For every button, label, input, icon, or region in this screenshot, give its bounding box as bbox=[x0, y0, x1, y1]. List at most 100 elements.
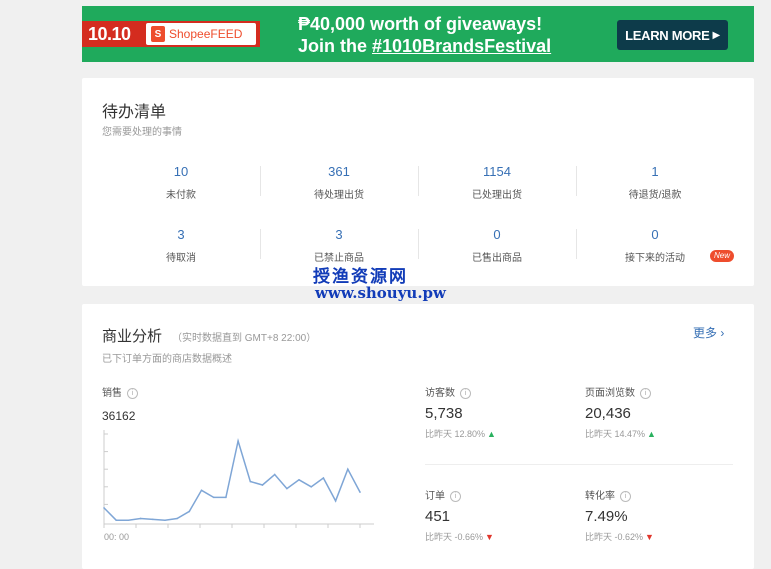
play-icon: ▶ bbox=[712, 29, 721, 41]
sales-data-point bbox=[115, 519, 117, 522]
sales-data-point bbox=[334, 500, 337, 502]
sales-data-point bbox=[188, 510, 191, 513]
info-icon[interactable]: i bbox=[450, 490, 461, 502]
todo-count: 0 bbox=[651, 227, 659, 242]
more-link[interactable]: 更多 › bbox=[693, 324, 724, 341]
todo-card: 待办清单 您需要处理的事情 10 未付款 361 待处理出货 1154 已处理出… bbox=[82, 78, 754, 286]
todo-count: 3 bbox=[335, 227, 343, 242]
todo-item-shipped[interactable]: 1154 已处理出货 bbox=[418, 164, 576, 201]
sales-data-point bbox=[212, 496, 215, 499]
sales-data-point bbox=[139, 517, 142, 520]
sales-data-point bbox=[176, 517, 178, 520]
metric-label-text: 订单 bbox=[425, 491, 445, 502]
banner-hashtag: #1010BrandsFestival bbox=[372, 36, 552, 56]
chevron-right-icon: › bbox=[720, 326, 725, 340]
sales-data-point bbox=[200, 489, 203, 492]
business-subtitle: 已下订单方面的商店数据概述 bbox=[102, 354, 232, 365]
metric-label: 转化率 i bbox=[585, 487, 735, 502]
watermark-url: www.shouyu.pw bbox=[315, 284, 446, 302]
realtime-note: （实时数据直到 GMT+8 22:00） bbox=[172, 333, 317, 344]
arrow-down-icon: ▼ bbox=[485, 532, 494, 542]
sales-data-point bbox=[237, 440, 239, 442]
time-axis-label: 00: 00 bbox=[104, 532, 130, 542]
sales-line-chart bbox=[103, 430, 374, 528]
todo-item-unpaid[interactable]: 10 未付款 bbox=[102, 164, 260, 201]
column-divider bbox=[260, 166, 261, 196]
metric-page-views[interactable]: 页面浏览数 i 20,436 比昨天 14.47% ▲ bbox=[585, 384, 735, 440]
todo-count: 1 bbox=[651, 164, 659, 179]
todo-item-to-cancel[interactable]: 3 待取消 bbox=[102, 227, 260, 264]
metric-change: 比昨天 -0.62% ▼ bbox=[585, 530, 735, 543]
todo-label: 待取消 bbox=[166, 253, 196, 264]
todo-label: 已售出商品 bbox=[472, 253, 522, 264]
column-divider bbox=[418, 229, 419, 259]
learn-more-label: LEARN MORE bbox=[625, 27, 710, 43]
metric-value: 5,738 bbox=[425, 405, 463, 422]
sales-data-point bbox=[322, 477, 325, 479]
metric-change: 比昨天 14.47% ▲ bbox=[585, 427, 735, 440]
banner-headline: ₱40,000 worth of giveaways! bbox=[298, 14, 543, 34]
sales-value: 36162 bbox=[102, 409, 136, 423]
sales-series-line bbox=[103, 438, 361, 521]
sales-data-point bbox=[298, 478, 300, 481]
metric-divider bbox=[425, 464, 733, 465]
metric-visitors[interactable]: 访客数 i 5,738 比昨天 12.80% ▲ bbox=[425, 384, 575, 440]
promo-banner[interactable]: 10.10 S ShopeeFEED ₱40,000 worth of give… bbox=[82, 6, 754, 62]
sales-data-point bbox=[249, 480, 252, 483]
sales-data-point bbox=[261, 484, 264, 486]
todo-count: 3 bbox=[177, 227, 185, 242]
arrow-up-icon: ▲ bbox=[647, 429, 656, 439]
todo-item-sold-out[interactable]: 0 已售出商品 bbox=[418, 227, 576, 264]
todo-item-return-refund[interactable]: 1 待退货/退款 bbox=[576, 164, 734, 201]
metric-label: 访客数 i bbox=[425, 384, 575, 399]
todo-count: 10 bbox=[173, 164, 189, 179]
todo-label: 待退货/退款 bbox=[628, 190, 682, 201]
metric-label-text: 转化率 bbox=[585, 491, 615, 502]
more-label: 更多 bbox=[693, 326, 718, 340]
metric-label-text: 访客数 bbox=[425, 388, 455, 399]
metric-change-text: 比昨天 12.80% bbox=[425, 429, 486, 439]
sales-data-point bbox=[347, 468, 349, 470]
new-badge: New bbox=[710, 250, 735, 262]
metric-label: 页面浏览数 i bbox=[585, 384, 735, 399]
learn-more-button[interactable]: LEARN MORE ▶ bbox=[617, 20, 728, 50]
sales-data-point bbox=[151, 518, 154, 521]
shopee-feed-text: ShopeeFEED bbox=[169, 27, 243, 41]
todo-subtitle: 您需要处理的事情 bbox=[102, 127, 182, 138]
info-icon[interactable]: i bbox=[620, 490, 631, 502]
business-analysis-card: 商业分析 （实时数据直到 GMT+8 22:00） 已下订单方面的商店数据概述 … bbox=[82, 304, 754, 569]
metric-change: 比昨天 -0.66% ▼ bbox=[425, 530, 575, 543]
todo-count: 1154 bbox=[483, 164, 511, 179]
metric-change-text: 比昨天 -0.66% bbox=[425, 532, 484, 542]
sales-label: 销售 i bbox=[102, 384, 138, 399]
sales-data-point bbox=[310, 486, 313, 488]
todo-item-to-ship[interactable]: 361 待处理出货 bbox=[260, 164, 418, 201]
todo-title: 待办清单 bbox=[102, 104, 167, 121]
sales-data-point bbox=[164, 519, 166, 522]
metric-change-text: 比昨天 -0.62% bbox=[585, 532, 644, 542]
shopee-feed-logo: S ShopeeFEED bbox=[146, 23, 256, 45]
banner-join-text: Join the bbox=[298, 36, 373, 56]
metric-value: 451 bbox=[425, 508, 451, 525]
todo-label: 待处理出货 bbox=[314, 190, 364, 201]
info-icon[interactable]: i bbox=[460, 387, 471, 399]
info-icon[interactable]: i bbox=[640, 387, 651, 399]
metric-label: 订单 i bbox=[425, 487, 575, 502]
sales-data-point bbox=[103, 507, 105, 509]
arrow-down-icon: ▼ bbox=[645, 532, 654, 542]
todo-count: 0 bbox=[493, 227, 501, 242]
shopee-bag-icon: S bbox=[151, 26, 165, 42]
column-divider bbox=[576, 229, 577, 259]
metric-label-text: 页面浏览数 bbox=[585, 388, 635, 399]
todo-item-banned-products[interactable]: 3 已禁止商品 bbox=[260, 227, 418, 264]
banner-1010-label: 10.10 bbox=[88, 24, 131, 44]
info-icon[interactable]: i bbox=[127, 387, 138, 399]
column-divider bbox=[260, 229, 261, 259]
business-title: 商业分析 bbox=[102, 328, 163, 345]
metric-change: 比昨天 12.80% ▲ bbox=[425, 427, 575, 440]
metric-orders[interactable]: 订单 i 451 比昨天 -0.66% ▼ bbox=[425, 487, 575, 543]
sales-data-point bbox=[359, 491, 361, 493]
metric-conversion-rate[interactable]: 转化率 i 7.49% 比昨天 -0.62% ▼ bbox=[585, 487, 735, 543]
metric-value: 20,436 bbox=[585, 405, 631, 422]
column-divider bbox=[576, 166, 577, 196]
